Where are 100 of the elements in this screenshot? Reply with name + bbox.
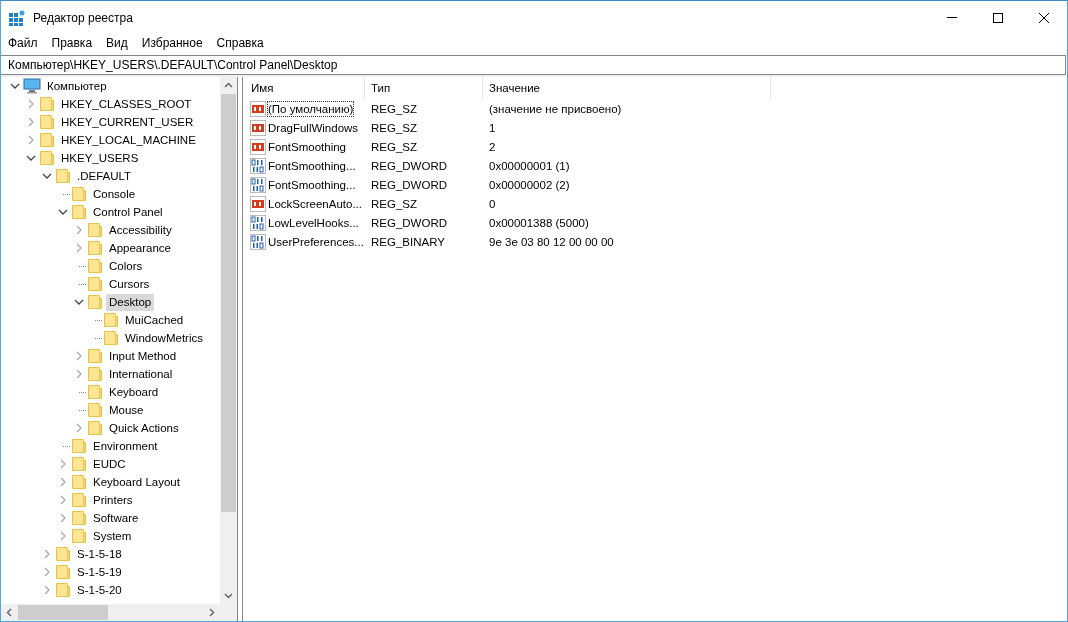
tree-item[interactable]: Desktop	[106, 293, 155, 311]
folder-icon	[103, 330, 119, 346]
tree-item[interactable]: Accessibility	[106, 221, 175, 239]
tree-item[interactable]: Mouse	[106, 401, 147, 419]
tree-item[interactable]: HKEY_LOCAL_MACHINE	[58, 131, 199, 149]
folder-icon	[87, 366, 103, 382]
value-name[interactable]: FontSmoothing...	[267, 157, 357, 174]
folder-icon	[71, 510, 87, 526]
chevron-right-icon[interactable]	[74, 243, 84, 253]
tree-item[interactable]: Environment	[90, 437, 161, 455]
value-data: (значение не присвоено)	[488, 102, 623, 115]
chevron-right-icon[interactable]	[74, 225, 84, 235]
tree-item[interactable]: EUDC	[90, 455, 129, 473]
chevron-right-icon[interactable]	[74, 423, 84, 433]
tree-item[interactable]: Компьютер	[44, 77, 110, 95]
window-title: Редактор реестра	[33, 10, 133, 25]
value-name[interactable]: LowLevelHooks...	[267, 214, 360, 231]
folder-icon	[71, 492, 87, 508]
folder-icon	[39, 114, 55, 130]
tree-item[interactable]: .DEFAULT	[74, 167, 135, 185]
folder-icon	[87, 276, 103, 292]
tree-item[interactable]: Software	[90, 509, 142, 527]
tree-item[interactable]: Colors	[106, 257, 146, 275]
chevron-down-icon[interactable]	[10, 81, 20, 91]
address-field[interactable]: Компьютер\HKEY_USERS\.DEFAULT\Control Panel\Desktop	[1, 55, 1066, 75]
chevron-right-icon[interactable]	[26, 99, 36, 109]
value-type: REG_SZ	[370, 102, 418, 115]
tree-item[interactable]: HKEY_CLASSES_ROOT	[58, 95, 195, 113]
tree-item[interactable]: Printers	[90, 491, 136, 509]
folder-icon	[39, 132, 55, 148]
folder-icon	[39, 96, 55, 112]
tree-item[interactable]: HKEY_USERS	[58, 149, 142, 167]
scrollbar-thumb[interactable]	[221, 94, 236, 512]
folder-icon	[87, 384, 103, 400]
folder-icon	[71, 438, 87, 454]
chevron-right-icon[interactable]	[58, 459, 68, 469]
value-data: 1	[488, 121, 497, 134]
folder-icon	[71, 474, 87, 490]
value-type: REG_SZ	[370, 197, 418, 210]
chevron-down-icon[interactable]	[74, 297, 84, 307]
column-header[interactable]: Имя	[245, 78, 365, 98]
chevron-right-icon[interactable]	[42, 567, 52, 577]
maximize-icon	[992, 11, 1004, 24]
column-header[interactable]: Значение	[483, 78, 771, 98]
chevron-down-icon[interactable]	[42, 171, 52, 181]
value-name[interactable]: UserPreferences...	[267, 233, 365, 250]
chevron-right-icon[interactable]	[42, 585, 52, 595]
folder-icon	[55, 564, 71, 580]
value-data: 0x00000002 (2)	[488, 178, 571, 191]
tree-item[interactable]: MuiCached	[122, 311, 187, 329]
value-type: REG_DWORD	[370, 159, 449, 172]
value-data: 0	[488, 197, 497, 210]
menu-item[interactable]: Справка	[216, 36, 264, 50]
tree-item[interactable]: Appearance	[106, 239, 175, 257]
chevron-down-icon[interactable]	[58, 207, 68, 217]
tree-item[interactable]: System	[90, 527, 135, 545]
chevron-right-icon[interactable]	[74, 351, 84, 361]
tree-item[interactable]: Keyboard	[106, 383, 162, 401]
tree-item[interactable]: Quick Actions	[106, 419, 182, 437]
tree-item[interactable]: S-1-5-18	[74, 545, 125, 563]
chevron-right-icon[interactable]	[26, 117, 36, 127]
chevron-right-icon[interactable]	[58, 477, 68, 487]
folder-icon	[39, 150, 55, 166]
tree-item[interactable]: Cursors	[106, 275, 153, 293]
chevron-right-icon[interactable]	[42, 549, 52, 559]
computer-icon	[23, 78, 41, 94]
tree-item[interactable]: HKEY_CURRENT_USER	[58, 113, 197, 131]
menu-item[interactable]: Избранное	[141, 36, 203, 50]
tree-item[interactable]: WindowMetrics	[122, 329, 206, 347]
value-type: REG_SZ	[370, 121, 418, 134]
tree-item[interactable]: Input Method	[106, 347, 180, 365]
tree-item[interactable]: S-1-5-20	[74, 581, 125, 599]
chevron-down-icon[interactable]	[26, 153, 36, 163]
value-type: REG_DWORD	[370, 178, 449, 191]
menu-item[interactable]: Правка	[51, 36, 93, 50]
minimize-icon	[947, 17, 957, 18]
folder-icon	[55, 546, 71, 562]
value-name[interactable]: FontSmoothing...	[267, 176, 357, 193]
value-name[interactable]: LockScreenAuto...	[267, 195, 363, 212]
folder-icon	[71, 528, 87, 544]
scrollbar-thumb[interactable]	[18, 605, 108, 620]
tree-item[interactable]: S-1-5-19	[74, 563, 125, 581]
chevron-right-icon[interactable]	[58, 495, 68, 505]
chevron-right-icon[interactable]	[58, 513, 68, 523]
value-name[interactable]: (По умолчанию)	[267, 100, 355, 117]
value-data: 2	[488, 140, 497, 153]
chevron-right-icon[interactable]	[74, 369, 84, 379]
tree-item[interactable]: International	[106, 365, 176, 383]
menu-item[interactable]: Вид	[106, 36, 128, 50]
menu-item[interactable]: Файл	[8, 36, 38, 50]
value-name[interactable]: DragFullWindows	[267, 119, 360, 136]
chevron-right-icon[interactable]	[26, 135, 36, 145]
tree-item[interactable]: Console	[90, 185, 139, 203]
tree-item[interactable]: Keyboard Layout	[90, 473, 183, 491]
value-name[interactable]: FontSmoothing	[267, 138, 347, 155]
column-header[interactable]: Тип	[365, 78, 483, 98]
folder-icon	[71, 456, 87, 472]
tree-item[interactable]: Control Panel	[90, 203, 166, 221]
folder-icon	[87, 294, 103, 310]
chevron-right-icon[interactable]	[58, 531, 68, 541]
